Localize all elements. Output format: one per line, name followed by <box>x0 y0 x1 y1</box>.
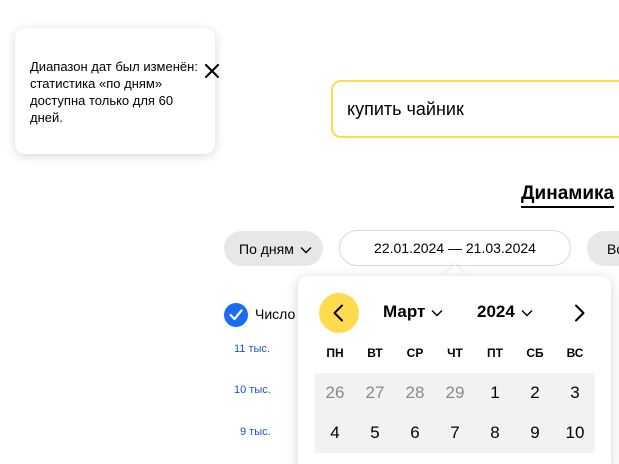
weekday-label: ПН <box>326 346 344 360</box>
chevron-right-icon <box>575 304 585 322</box>
y-axis-tick: 11 тыс. <box>234 343 270 355</box>
y-axis-tick: 9 тыс. <box>240 426 271 438</box>
chevron-left-icon <box>333 304 343 322</box>
device-select[interactable]: Во <box>587 231 619 266</box>
calendar-day[interactable]: 26 <box>315 373 355 413</box>
calendar-day[interactable]: 10 <box>555 413 595 453</box>
calendar-day[interactable]: 29 <box>435 373 475 413</box>
previous-month-button[interactable] <box>319 293 359 333</box>
weekday-label: ПТ <box>487 346 503 360</box>
chevron-down-icon <box>300 241 312 257</box>
calendar-day[interactable]: 6 <box>395 413 435 453</box>
calendar-day[interactable]: 2 <box>515 373 555 413</box>
year-label: 2024 <box>477 302 515 321</box>
close-icon[interactable] <box>205 64 223 82</box>
chevron-down-icon <box>521 302 533 322</box>
month-select[interactable]: Март <box>383 302 443 322</box>
device-select-label: Во <box>607 240 619 257</box>
date-range-toast: Диапазон дат был изменён: статистика «по… <box>15 28 219 154</box>
weekday-label: СБ <box>526 346 544 360</box>
series-checkbox[interactable] <box>224 303 248 327</box>
calendar-day[interactable]: 4 <box>315 413 355 453</box>
weekday-label: ВС <box>566 346 584 360</box>
section-heading-dynamics[interactable]: Динамика <box>521 183 615 208</box>
series-label: Число <box>255 306 296 322</box>
calendar-day[interactable]: 8 <box>475 413 515 453</box>
calendar-day[interactable]: 3 <box>555 373 595 413</box>
calendar-popup: Март 2024 ПН ВТ СР ЧТ ПТ СБ ВС 26 27 28 29 1 2 3 4 5 6 7… <box>298 276 611 464</box>
search-input[interactable]: купить чайник <box>331 80 619 138</box>
date-range-button[interactable]: 22.01.2024 — 21.03.2024 <box>339 230 571 266</box>
next-month-button[interactable] <box>560 293 600 333</box>
date-range-label: 22.01.2024 — 21.03.2024 <box>374 240 536 256</box>
search-query: купить чайник <box>347 99 464 119</box>
calendar-day[interactable]: 7 <box>435 413 475 453</box>
year-select[interactable]: 2024 <box>477 302 533 322</box>
period-select[interactable]: По дням <box>224 231 323 266</box>
checkmark-icon <box>229 309 243 321</box>
calendar-day[interactable]: 27 <box>355 373 395 413</box>
weekday-label: ВТ <box>367 346 383 360</box>
period-select-label: По дням <box>239 240 294 257</box>
calendar-day[interactable]: 9 <box>515 413 555 453</box>
month-label: Март <box>383 302 426 321</box>
y-axis-tick: 10 тыс. <box>234 384 271 396</box>
toast-message: Диапазон дат был изменён: статистика «по… <box>30 59 198 125</box>
weekday-label: ЧТ <box>447 346 463 360</box>
page: Диапазон дат был изменён: статистика «по… <box>0 0 619 464</box>
calendar-day[interactable]: 5 <box>355 413 395 453</box>
weekday-label: СР <box>406 346 424 360</box>
calendar-day[interactable]: 28 <box>395 373 435 413</box>
calendar-day[interactable]: 1 <box>475 373 515 413</box>
chevron-down-icon <box>431 302 443 322</box>
